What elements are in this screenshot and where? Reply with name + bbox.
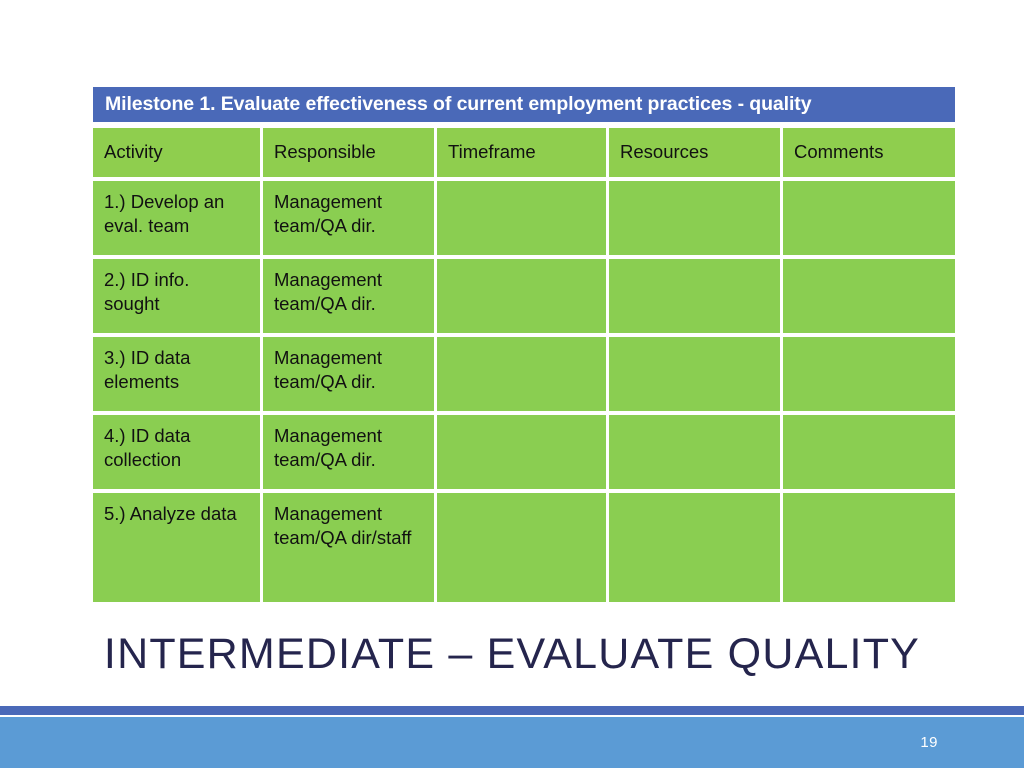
cell-responsible: Management team/QA dir. [263,181,437,259]
cell-comments [783,415,955,493]
column-header-resources: Resources [609,128,783,181]
cell-activity: 1.) Develop an eval. team [93,181,263,259]
milestone-table: Milestone 1. Evaluate effectiveness of c… [93,87,955,602]
cell-responsible: Management team/QA dir. [263,337,437,415]
table-row: 1.) Develop an eval. team Management tea… [93,181,955,259]
column-header-comments: Comments [783,128,955,181]
slide-canvas: Milestone 1. Evaluate effectiveness of c… [0,0,1024,768]
table-row: 5.) Analyze data Management team/QA dir/… [93,493,955,602]
column-header-responsible: Responsible [263,128,437,181]
cell-responsible: Management team/QA dir/staff [263,493,437,602]
slide-title: INTERMEDIATE – EVALUATE QUALITY [103,630,921,678]
cell-resources [609,337,783,415]
cell-resources [609,181,783,259]
cell-activity: 3.) ID data elements [93,337,263,415]
cell-resources [609,415,783,493]
table-row: 4.) ID data collection Management team/Q… [93,415,955,493]
cell-activity: 4.) ID data collection [93,415,263,493]
cell-resources [609,259,783,337]
cell-comments [783,259,955,337]
cell-comments [783,493,955,602]
cell-activity: 5.) Analyze data [93,493,263,602]
cell-timeframe [437,415,609,493]
cell-timeframe [437,493,609,602]
page-number: 19 [920,734,938,751]
cell-timeframe [437,337,609,415]
table-header-row: Activity Responsible Timeframe Resources… [93,128,955,181]
table-row: 3.) ID data elements Management team/QA … [93,337,955,415]
cell-timeframe [437,259,609,337]
cell-responsible: Management team/QA dir. [263,259,437,337]
column-header-activity: Activity [93,128,263,181]
cell-activity: 2.) ID info. sought [93,259,263,337]
cell-comments [783,181,955,259]
milestone-heading: Milestone 1. Evaluate effectiveness of c… [93,87,955,122]
column-header-timeframe: Timeframe [437,128,609,181]
activity-table: Activity Responsible Timeframe Resources… [93,128,955,602]
cell-responsible: Management team/QA dir. [263,415,437,493]
footer-band [0,717,1024,768]
cell-resources [609,493,783,602]
table-row: 2.) ID info. sought Management team/QA d… [93,259,955,337]
footer-divider-rule [0,706,1024,715]
cell-comments [783,337,955,415]
cell-timeframe [437,181,609,259]
